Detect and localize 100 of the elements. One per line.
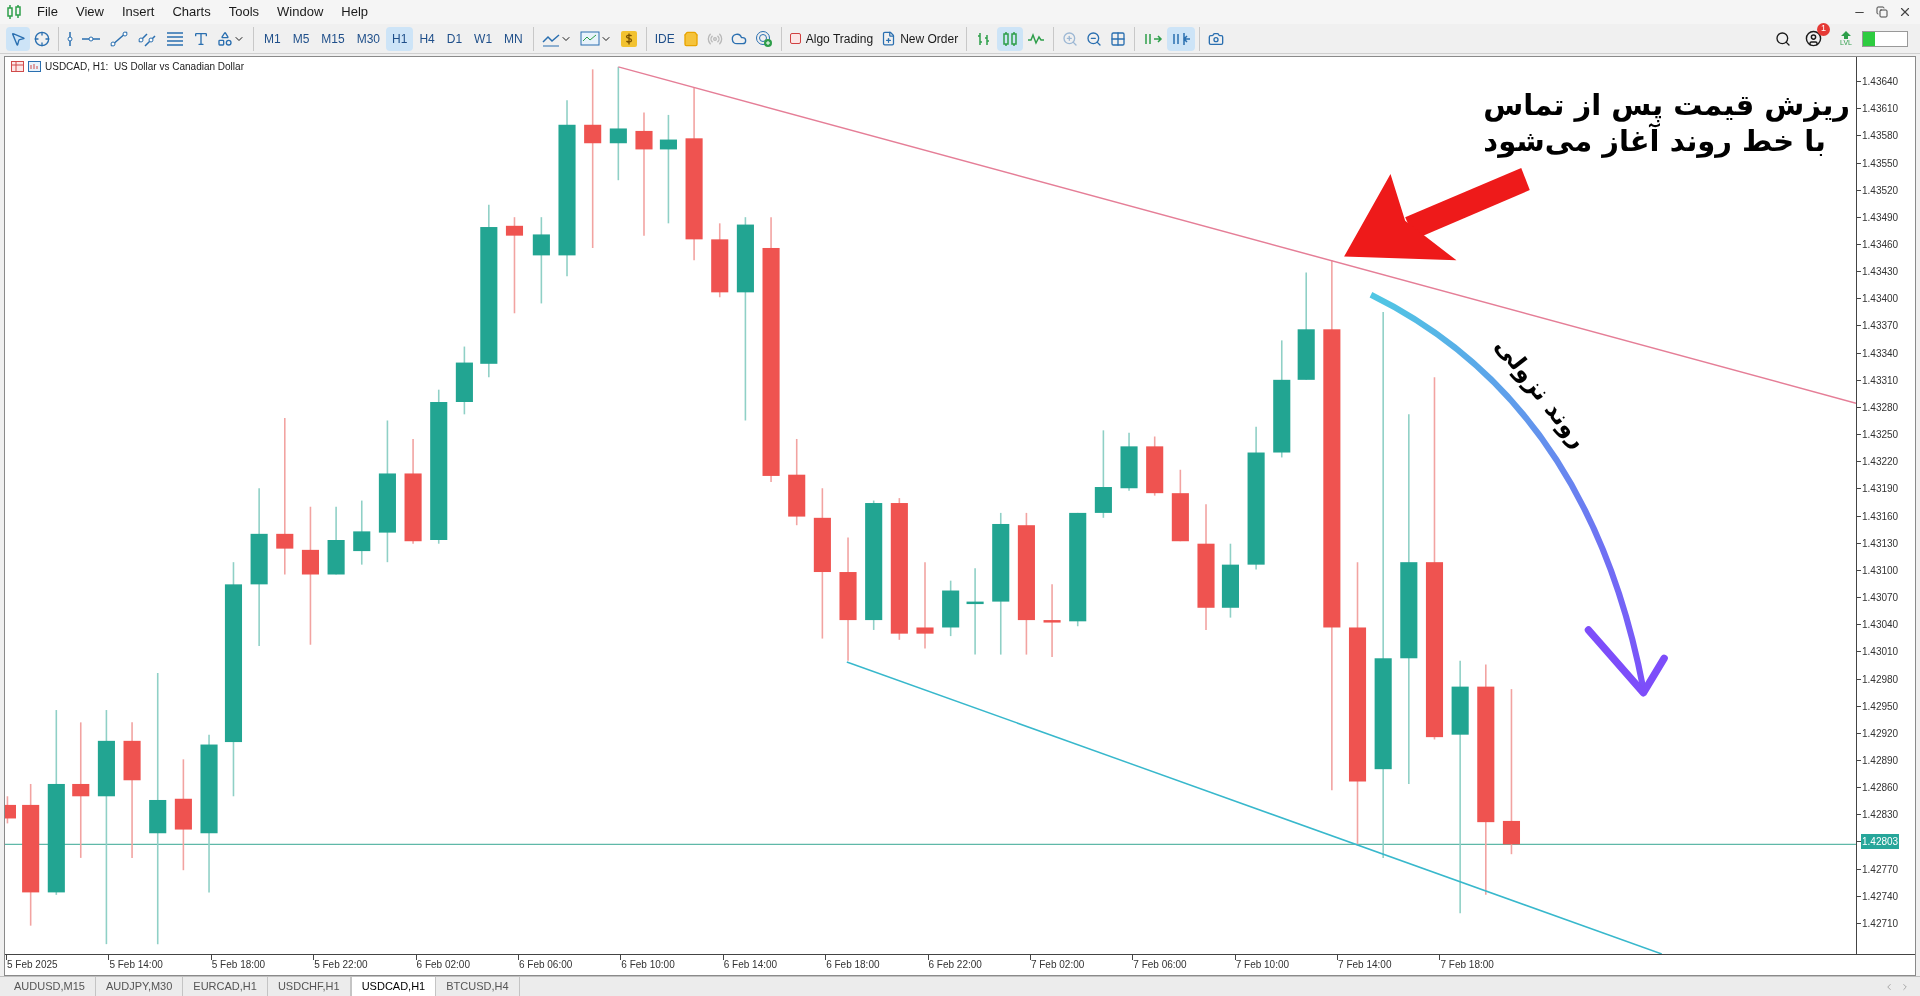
search-icon (1775, 30, 1792, 47)
annotation-label: روند نزولی (1488, 331, 1594, 456)
price-label: 1.43340 (1862, 346, 1899, 361)
price-label: 1.42770 (1862, 862, 1899, 877)
zoom-in-icon (1062, 30, 1079, 47)
time-label: 7 Feb 18:00 (1440, 958, 1494, 972)
time-label: 5 Feb 2025 (7, 958, 58, 972)
monitor-chart-icon (579, 29, 600, 48)
up-arrow-icon (1841, 30, 1852, 39)
user-icon (1805, 30, 1823, 47)
timeframe-button[interactable]: MN (498, 26, 529, 51)
price-label: 1.43190 (1862, 482, 1899, 497)
new-document-icon (881, 31, 897, 46)
horizontal-line-icon (81, 35, 101, 42)
shapes-icon (217, 30, 233, 47)
chart-tab[interactable]: USDCAD,H1 (350, 977, 437, 996)
connection-bar (1862, 30, 1908, 47)
price-label: 1.43640 (1862, 75, 1899, 90)
price-label: 1.42740 (1862, 889, 1899, 904)
time-label: 6 Feb 06:00 (518, 958, 573, 972)
price-label: 1.42950 (1862, 699, 1899, 714)
app-icon (6, 4, 22, 20)
current-price-label: 1.42803 (1861, 834, 1900, 850)
cursor-tool[interactable] (6, 26, 30, 51)
price-label: 1.43010 (1862, 645, 1899, 660)
time-label: 6 Feb 02:00 (416, 958, 470, 972)
price-label: 1.43250 (1862, 428, 1899, 443)
price-label: 1.43520 (1862, 183, 1899, 198)
price-label: 1.43130 (1862, 536, 1899, 551)
menu-item[interactable]: Insert (112, 2, 164, 22)
zoom-out-icon (1086, 30, 1103, 47)
menu-item[interactable]: Charts (163, 2, 220, 22)
trendline-icon (109, 29, 129, 48)
time-label: 7 Feb 10:00 (1235, 958, 1290, 972)
price-label: 1.43100 (1862, 563, 1899, 578)
timeframe-button[interactable]: M1 (258, 26, 287, 51)
price-label: 1.43550 (1862, 156, 1899, 171)
chart-tab[interactable]: USDCHF,H1 (267, 977, 351, 996)
time-label: 7 Feb 06:00 (1133, 958, 1187, 972)
chart-tab[interactable]: AUDUSD,M15 (4, 977, 96, 996)
dollar-icon (619, 29, 638, 48)
price-label: 1.42980 (1862, 672, 1899, 687)
camera-icon (1208, 30, 1225, 47)
price-label: 1.43460 (1862, 238, 1899, 252)
menu-item[interactable]: Window (268, 2, 333, 22)
price-label: 1.43490 (1862, 210, 1899, 225)
time-label: 6 Feb 22:00 (928, 958, 982, 972)
chart-shift-button[interactable] (1167, 26, 1196, 51)
ide-button[interactable]: IDE (650, 26, 679, 51)
chart-tab[interactable]: AUDJPY,M30 (95, 977, 184, 996)
close-icon[interactable] (1898, 5, 1912, 19)
candle (5, 795, 16, 825)
timeframe-button[interactable]: H4 (413, 26, 441, 51)
time-label: 6 Feb 14:00 (723, 958, 778, 972)
algo-trading-button[interactable]: Algo Trading (785, 26, 878, 51)
cursor-icon (10, 30, 26, 47)
time-label: 5 Feb 14:00 (109, 958, 163, 972)
price-label: 1.42890 (1862, 754, 1899, 768)
crosshair-icon (34, 30, 50, 47)
chart-window-icon (28, 61, 41, 72)
candle (1120, 432, 1138, 492)
price-label: 1.43280 (1862, 400, 1899, 415)
timeframe-button[interactable]: M5 (286, 26, 316, 51)
new-order-button[interactable]: New Order (877, 26, 963, 51)
candle (327, 505, 345, 576)
price-label: 1.43400 (1862, 292, 1899, 307)
scroll-left-icon[interactable] (1884, 981, 1894, 992)
timeframe-button[interactable]: W1 (468, 26, 499, 51)
time-label: 5 Feb 22:00 (314, 958, 368, 972)
price-label: 1.43610 (1862, 102, 1899, 117)
candlestick-icon (1001, 29, 1020, 48)
timeframe-button[interactable]: M30 (350, 26, 387, 51)
table-icon (11, 61, 24, 72)
price-label: 1.42830 (1862, 808, 1899, 823)
menu-item[interactable]: File (28, 2, 67, 22)
candle (455, 345, 473, 416)
chart-tab[interactable]: BTCUSD,H4 (436, 977, 520, 996)
timeframe-button[interactable]: H1 (386, 26, 414, 51)
price-label: 1.43160 (1862, 509, 1899, 524)
price-label: 1.43370 (1862, 319, 1899, 334)
price-label: 1.43220 (1862, 455, 1899, 470)
price-label: 1.43310 (1862, 373, 1899, 388)
timeframe-button[interactable]: D1 (440, 26, 469, 51)
menu-item[interactable]: Help (332, 2, 378, 22)
candle (942, 579, 960, 637)
chart-mode-button[interactable] (997, 26, 1024, 51)
menu-item[interactable]: View (66, 2, 113, 22)
chart-title: USDCAD, H1: US Dollar vs Canadian Dollar (45, 60, 244, 74)
scroll-right-icon[interactable] (1900, 981, 1910, 992)
candle (1146, 435, 1164, 497)
price-label: 1.42920 (1862, 726, 1899, 741)
candle (353, 499, 371, 566)
restore-icon[interactable] (1876, 6, 1888, 18)
price-label: 1.43070 (1862, 591, 1899, 606)
annotation-text: ریزش قیمت پس از تماس (1483, 87, 1850, 123)
timeframe-button[interactable]: M15 (315, 26, 351, 51)
chart-tab[interactable]: EURCAD,H1 (183, 977, 268, 996)
menu-item[interactable]: Tools (219, 2, 269, 22)
annotation-text: با خط روند آغاز می‌شود (1483, 123, 1826, 159)
price-label: 1.42860 (1862, 781, 1899, 796)
